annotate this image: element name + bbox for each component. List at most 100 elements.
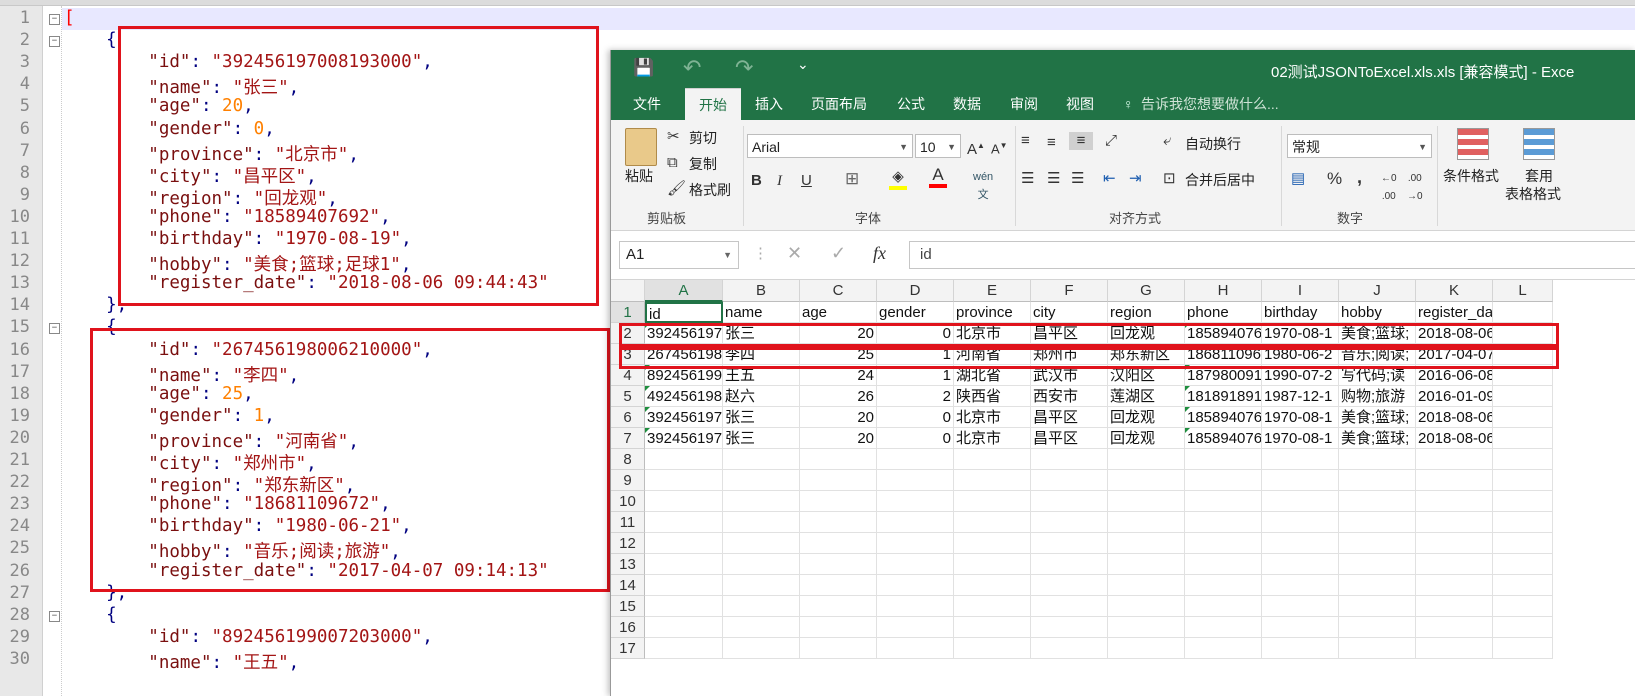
table-cell[interactable] xyxy=(1493,407,1553,428)
underline-button[interactable]: U xyxy=(801,172,812,190)
table-cell[interactable] xyxy=(1185,554,1262,575)
row-header[interactable]: 15 xyxy=(611,596,645,617)
column-header[interactable]: J xyxy=(1339,280,1416,302)
table-cell[interactable] xyxy=(1416,638,1493,659)
row-header[interactable]: 9 xyxy=(611,470,645,491)
table-cell[interactable] xyxy=(1262,554,1339,575)
table-cell[interactable] xyxy=(723,512,800,533)
table-cell[interactable] xyxy=(1262,596,1339,617)
table-cell[interactable]: 西安市 xyxy=(1031,386,1108,407)
tab-page-layout[interactable]: 页面布局 xyxy=(811,88,867,120)
fold-toggle-icon[interactable]: − xyxy=(49,14,60,25)
grow-font-icon[interactable]: A▲ xyxy=(967,137,985,159)
table-cell[interactable] xyxy=(1031,512,1108,533)
table-cell[interactable]: 1970-08-1 xyxy=(1262,428,1339,449)
table-cell[interactable] xyxy=(1339,617,1416,638)
table-cell[interactable] xyxy=(954,617,1031,638)
orientation-icon[interactable]: ⤢ xyxy=(1105,132,1117,150)
row-header[interactable]: 14 xyxy=(611,575,645,596)
table-cell[interactable] xyxy=(800,638,877,659)
table-cell[interactable] xyxy=(800,449,877,470)
row-header[interactable]: 5 xyxy=(611,386,645,407)
table-cell[interactable] xyxy=(723,491,800,512)
table-cell[interactable] xyxy=(1493,575,1553,596)
column-header[interactable]: G xyxy=(1108,280,1185,302)
font-name-select[interactable]: Arial ▼ xyxy=(747,134,913,158)
table-cell[interactable] xyxy=(1493,533,1553,554)
table-cell[interactable] xyxy=(1108,638,1185,659)
table-format-button-line2[interactable]: 表格格式 xyxy=(1505,184,1561,204)
table-cell[interactable]: 2018-08-06 09:44:43 xyxy=(1416,407,1493,428)
borders-icon[interactable]: ⊞ xyxy=(845,170,859,188)
header-cell[interactable]: gender xyxy=(877,302,954,323)
table-cell[interactable] xyxy=(954,470,1031,491)
table-cell[interactable] xyxy=(877,617,954,638)
table-cell[interactable]: 2 xyxy=(877,386,954,407)
table-cell[interactable] xyxy=(645,491,723,512)
tab-home[interactable]: 开始 xyxy=(685,88,741,121)
table-cell[interactable] xyxy=(1416,491,1493,512)
table-cell[interactable] xyxy=(1339,596,1416,617)
align-center-icon[interactable]: ☰ xyxy=(1047,170,1060,188)
table-cell[interactable] xyxy=(1493,596,1553,617)
table-cell[interactable] xyxy=(877,470,954,491)
increase-indent-icon[interactable]: ⇥ xyxy=(1129,170,1142,188)
table-cell[interactable] xyxy=(645,449,723,470)
table-cell[interactable] xyxy=(954,575,1031,596)
fill-color-icon[interactable]: ◈ xyxy=(889,168,907,190)
table-cell[interactable]: 181891891 xyxy=(1185,386,1262,407)
header-cell[interactable]: name xyxy=(723,302,800,323)
bold-button[interactable]: B xyxy=(751,172,762,190)
table-cell[interactable]: 张三 xyxy=(723,428,800,449)
table-cell[interactable] xyxy=(1031,470,1108,491)
insert-function-icon[interactable]: fx xyxy=(873,244,886,262)
table-cell[interactable] xyxy=(1031,596,1108,617)
table-cell[interactable] xyxy=(1493,470,1553,491)
table-cell[interactable] xyxy=(1108,470,1185,491)
copy-button[interactable]: 复制 xyxy=(689,154,717,174)
paste-button[interactable]: 粘贴 xyxy=(625,166,653,186)
header-cell[interactable]: age xyxy=(800,302,877,323)
table-cell[interactable] xyxy=(645,596,723,617)
row-header[interactable]: 11 xyxy=(611,512,645,533)
column-header[interactable]: L xyxy=(1493,280,1553,302)
table-cell[interactable]: 美食;篮球; xyxy=(1339,407,1416,428)
table-cell[interactable]: 莲湖区 xyxy=(1108,386,1185,407)
table-cell[interactable]: 赵六 xyxy=(723,386,800,407)
table-cell[interactable] xyxy=(800,470,877,491)
table-cell[interactable] xyxy=(877,554,954,575)
table-cell[interactable] xyxy=(877,512,954,533)
table-cell[interactable] xyxy=(1108,449,1185,470)
table-cell[interactable] xyxy=(723,533,800,554)
column-header[interactable]: E xyxy=(954,280,1031,302)
tab-formulas[interactable]: 公式 xyxy=(897,88,925,120)
fold-toggle-icon[interactable]: − xyxy=(49,36,60,48)
tab-review[interactable]: 审阅 xyxy=(1010,88,1038,120)
table-cell[interactable] xyxy=(954,554,1031,575)
table-cell[interactable] xyxy=(877,533,954,554)
align-right-icon[interactable]: ☰ xyxy=(1071,170,1084,188)
cancel-icon[interactable]: ✕ xyxy=(787,244,802,262)
table-cell[interactable] xyxy=(954,638,1031,659)
header-cell[interactable]: birthday xyxy=(1262,302,1339,323)
table-cell[interactable] xyxy=(800,596,877,617)
align-left-icon[interactable]: ☰ xyxy=(1021,170,1034,188)
table-cell[interactable] xyxy=(954,533,1031,554)
table-cell[interactable]: 2018-08-06 09:44:43 xyxy=(1416,428,1493,449)
table-cell[interactable]: 26 xyxy=(800,386,877,407)
table-cell[interactable] xyxy=(1185,449,1262,470)
column-header[interactable]: A xyxy=(645,280,723,302)
table-cell[interactable] xyxy=(800,491,877,512)
tab-file[interactable]: 文件 xyxy=(633,88,661,120)
increase-decimal-icon[interactable]: ←0.00 xyxy=(1381,170,1397,206)
column-header[interactable]: H xyxy=(1185,280,1262,302)
table-cell[interactable] xyxy=(954,596,1031,617)
table-cell[interactable] xyxy=(800,533,877,554)
decrease-decimal-icon[interactable]: .00 →0 xyxy=(1407,170,1423,206)
fold-toggle-icon[interactable]: − xyxy=(49,323,60,335)
table-cell[interactable] xyxy=(723,575,800,596)
column-header[interactable]: F xyxy=(1031,280,1108,302)
table-cell[interactable]: 购物;旅游 xyxy=(1339,386,1416,407)
table-cell[interactable] xyxy=(800,575,877,596)
tell-me-box[interactable]: 告诉我您想要做什么... xyxy=(1141,88,1279,120)
